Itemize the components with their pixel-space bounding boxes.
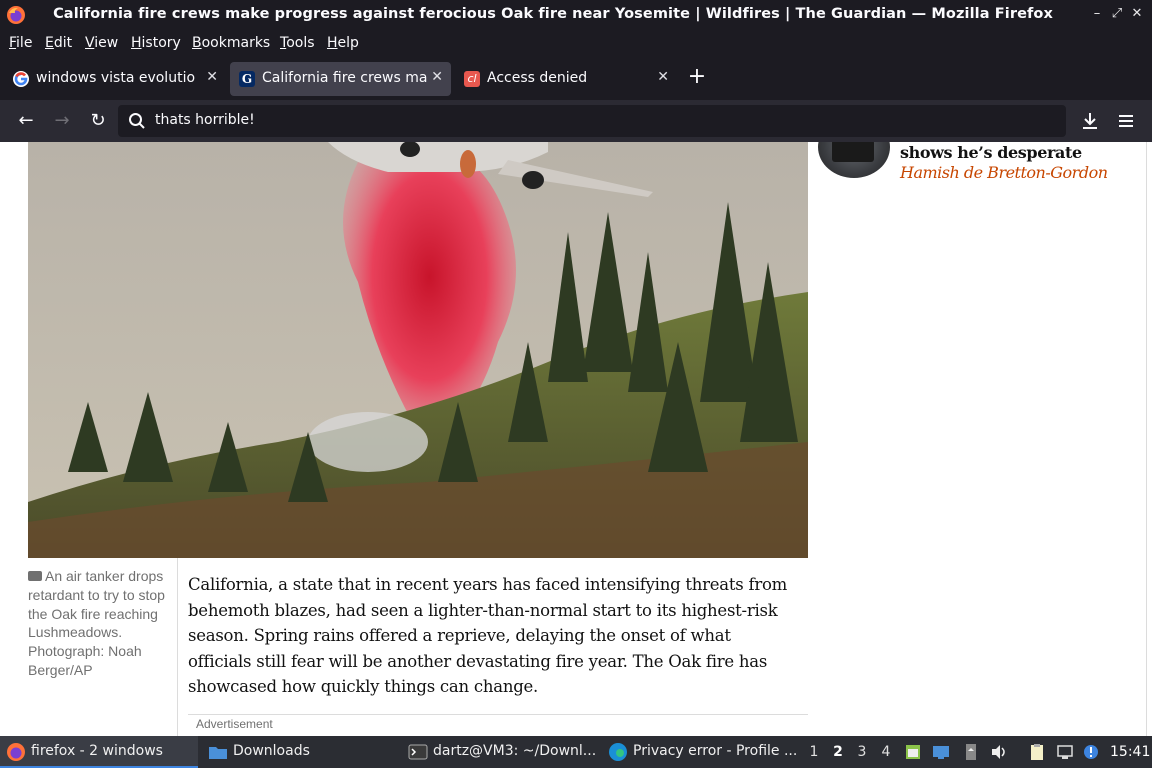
tab-label: windows vista evolution [36,70,196,86]
forward-button[interactable]: → [50,109,74,133]
clipboard-icon[interactable] [1028,743,1046,761]
network-icon[interactable] [1056,743,1074,761]
tab-label: California fire crews make progress [262,70,427,86]
camera-icon [28,571,42,581]
menu-bookmarks[interactable]: Bookmarks [192,35,270,51]
back-button[interactable]: ← [14,109,38,133]
window-titlebar: California fire crews make progress agai… [0,0,1152,30]
advertisement-label: Advertisement [196,717,273,731]
related-article[interactable]: shows he’s desperate Hamish de Bretton-G… [818,142,1148,202]
app-menu-icon[interactable] [1114,109,1138,133]
related-article-headline[interactable]: shows he’s desperate [900,143,1082,162]
new-tab-button[interactable]: + [686,66,708,90]
tab-access-denied[interactable]: cl Access denied ✕ [455,62,677,96]
tab-label: Access denied [487,70,588,86]
guardian-icon: G [239,71,255,87]
caption-text: An air tanker drops retardant to try to … [28,568,165,678]
workspace-1[interactable]: 1 [806,744,822,760]
taskbar-item-label: Privacy error - Profile ... [633,743,798,759]
firefox-logo-icon [7,6,25,24]
related-article-thumbnail [818,142,890,178]
workspace-2[interactable]: 2 [830,744,846,760]
taskbar: firefox - 2 windows Downloads dartz@VM3:… [0,736,1152,768]
maximize-button[interactable]: ⤢ [1108,5,1126,23]
column-divider [1146,142,1147,736]
tab-guardian[interactable]: G California fire crews make progress ✕ [230,62,451,96]
taskbar-item-firefox[interactable]: firefox - 2 windows [0,736,198,768]
firefox-icon [7,743,25,761]
workspace-3[interactable]: 3 [854,744,870,760]
menu-history[interactable]: History [131,35,181,51]
clock: 15:41 [1110,744,1151,760]
google-icon [13,71,29,87]
downloads-icon[interactable] [1078,109,1102,133]
taskbar-item-label: firefox - 2 windows [31,743,163,759]
menu-help[interactable]: Help [327,35,359,51]
search-icon [129,113,145,129]
menu-edit[interactable]: Edit [45,35,72,51]
close-tab-icon[interactable]: ✕ [206,69,218,85]
menu-tools[interactable]: Tools [280,35,315,51]
workspace-4[interactable]: 4 [878,744,894,760]
advertisement-divider [188,714,808,715]
notification-icon[interactable] [1082,743,1100,761]
desktop-icon[interactable] [932,743,950,761]
url-input[interactable]: thats horrible! [155,112,255,128]
tab-bar: windows vista evolution ✕ G California f… [0,58,1152,100]
menu-file[interactable]: File [9,35,32,51]
tab-windows-vista[interactable]: windows vista evolution ✕ [4,62,226,96]
menu-bar: File Edit View History Bookmarks Tools H… [0,30,1152,58]
notes-icon[interactable] [904,743,922,761]
article-photo [28,142,808,558]
minimize-button[interactable]: – [1088,5,1106,23]
close-tab-icon[interactable]: ✕ [657,69,669,85]
folder-icon [209,747,227,759]
window-title: California fire crews make progress agai… [53,6,1053,22]
close-window-button[interactable]: ✕ [1128,5,1146,23]
page-content: shows he’s desperate Hamish de Bretton-G… [0,142,1152,736]
url-bar[interactable]: thats horrible! [118,105,1066,137]
reload-button[interactable]: ↻ [86,109,110,133]
navigation-toolbar: ← → ↻ thats horrible! [0,100,1152,142]
taskbar-item-terminal[interactable]: dartz@VM3: ~/Downl... [402,736,598,768]
article-paragraph: California, a state that in recent years… [188,575,788,696]
taskbar-item-label: Downloads [233,743,310,759]
cl-icon: cl [464,71,480,87]
caption-divider [177,558,178,736]
taskbar-item-edge[interactable]: Privacy error - Profile ... [602,736,798,768]
close-tab-icon[interactable]: ✕ [431,69,443,85]
menu-view[interactable]: View [85,35,118,51]
related-article-author[interactable]: Hamish de Bretton-Gordon [900,163,1108,182]
taskbar-item-label: dartz@VM3: ~/Downl... [433,743,597,759]
edge-icon [609,743,627,761]
storage-icon[interactable] [962,743,980,761]
terminal-icon [408,744,428,760]
taskbar-item-downloads[interactable]: Downloads [202,736,398,768]
photo-caption: An air tanker drops retardant to try to … [28,567,174,680]
volume-icon[interactable] [990,743,1008,761]
